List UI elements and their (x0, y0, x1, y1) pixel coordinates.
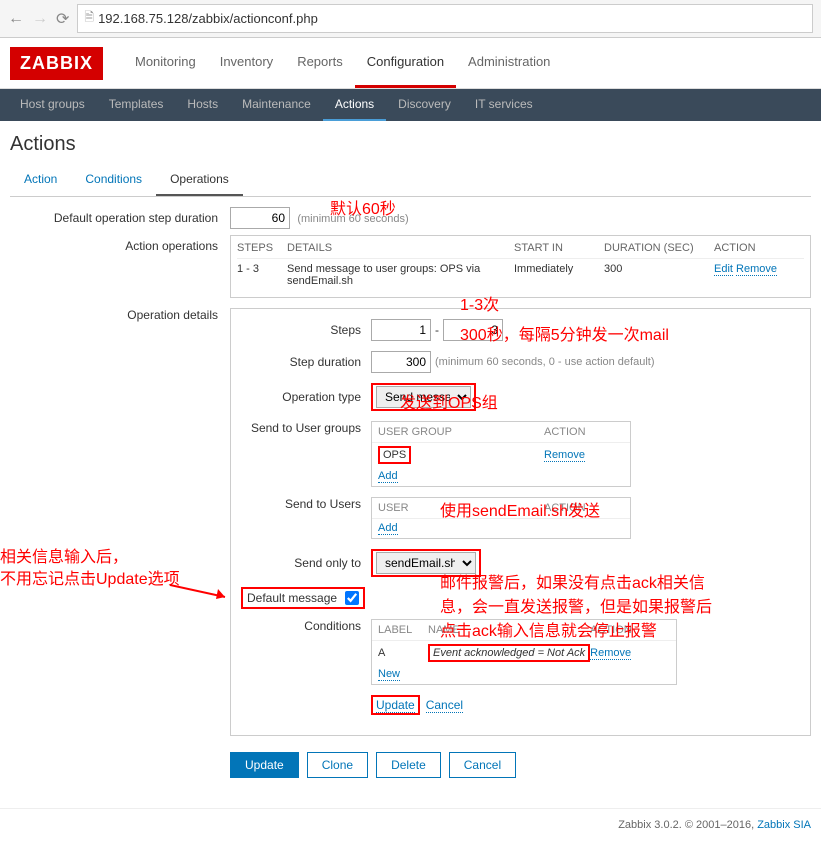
arrow-icon (170, 577, 240, 607)
col-action-header: ACTION (714, 242, 804, 254)
sub-nav: Host groups Templates Hosts Maintenance … (0, 89, 821, 121)
annotation-5: 使用sendEmail.sh发送 (440, 497, 600, 521)
label-conditions: Conditions (241, 619, 371, 633)
input-step-duration[interactable] (371, 351, 431, 373)
ops-row: 1 - 3 Send message to user groups: OPS v… (237, 259, 804, 291)
annotation-6: 相关信息输入后， 不用忘记点击Update选项 (0, 547, 180, 592)
subnav-templates[interactable]: Templates (97, 89, 176, 121)
usergroup-header: USER GROUP (378, 426, 544, 438)
hint-step-duration: (minimum 60 seconds, 0 - use action defa… (435, 356, 655, 368)
label-action-operations: Action operations (10, 235, 230, 253)
usergroup-value: OPS (378, 446, 411, 464)
label-default-message: Default message (247, 591, 345, 605)
operation-details-box: Steps - Step duration (minimum 60 second… (230, 308, 811, 736)
action-operations-table: STEPS DETAILS START IN DURATION (SEC) AC… (230, 235, 811, 298)
file-icon: 🗎 (84, 8, 94, 29)
ops-start: Immediately (514, 263, 604, 287)
nav-configuration[interactable]: Configuration (355, 38, 456, 88)
nav-inventory[interactable]: Inventory (208, 38, 285, 88)
subnav-actions[interactable]: Actions (323, 89, 386, 121)
nav-monitoring[interactable]: Monitoring (123, 38, 208, 88)
col-duration-header: DURATION (SEC) (604, 242, 714, 254)
subnav-hosts[interactable]: Hosts (175, 89, 230, 121)
annotation-7: 邮件报警后，如果没有点击ack相关信 息，会一直发送报警，但是如果报警后 点击a… (440, 572, 712, 644)
ops-details: Send message to user groups: OPS via sen… (287, 263, 514, 287)
annotation-4: 发送到OPS组 (400, 389, 498, 413)
label-step-duration: Step duration (241, 355, 371, 369)
label-steps: Steps (241, 323, 371, 337)
form-area: Default operation step duration (minimum… (0, 197, 821, 788)
back-icon[interactable]: ← (8, 10, 24, 28)
col-steps-header: STEPS (237, 242, 287, 254)
cond-label-header: LABEL (378, 624, 428, 636)
cond-label: A (378, 647, 428, 659)
subnav-discovery[interactable]: Discovery (386, 89, 463, 121)
label-operation-type: Operation type (241, 390, 371, 404)
ops-edit-link[interactable]: Edit (714, 263, 733, 276)
annotation-1: 默认60秒 (330, 195, 396, 219)
tab-action[interactable]: Action (10, 164, 71, 196)
annotation-2: 1-3次 (460, 291, 499, 315)
main-nav: ZABBIX Monitoring Inventory Reports Conf… (0, 38, 821, 89)
cond-remove-link[interactable]: Remove (590, 647, 631, 660)
nav-administration[interactable]: Administration (456, 38, 562, 88)
ops-duration: 300 (604, 263, 714, 287)
subnav-itservices[interactable]: IT services (463, 89, 545, 121)
subnav-hostgroups[interactable]: Host groups (8, 89, 97, 121)
label-default-step-duration: Default operation step duration (10, 207, 230, 225)
main-nav-items: Monitoring Inventory Reports Configurati… (123, 38, 562, 88)
footer: Zabbix 3.0.2. © 2001–2016, Zabbix SIA (0, 808, 821, 841)
col-details-header: DETAILS (287, 242, 514, 254)
reload-icon[interactable]: ⟳ (56, 9, 69, 29)
ops-remove-link[interactable]: Remove (736, 263, 777, 276)
url-bar[interactable]: 🗎 192.168.75.128/zabbix/actionconf.php (77, 4, 813, 33)
tab-operations[interactable]: Operations (156, 164, 243, 196)
url-text: 192.168.75.128/zabbix/actionconf.php (98, 11, 318, 26)
select-send-only-to[interactable]: sendEmail.sh (376, 552, 476, 574)
tab-conditions[interactable]: Conditions (71, 164, 156, 196)
logo[interactable]: ZABBIX (10, 47, 103, 80)
usergroup-add-link[interactable]: Add (378, 470, 398, 483)
label-send-user-groups: Send to User groups (241, 421, 371, 435)
tabs: Action Conditions Operations (10, 164, 811, 197)
cond-name: Event acknowledged = Not Ack (428, 644, 590, 662)
user-add-link[interactable]: Add (378, 522, 398, 535)
annotation-3: 300秒，每隔5分钟发一次mail (460, 321, 669, 345)
subnav-maintenance[interactable]: Maintenance (230, 89, 323, 121)
footer-link[interactable]: Zabbix SIA (757, 819, 811, 831)
label-operation-details: Operation details (10, 304, 230, 322)
ops-steps: 1 - 3 (237, 263, 287, 287)
col-start-header: START IN (514, 242, 604, 254)
input-steps-from[interactable] (371, 319, 431, 341)
browser-toolbar: ← → ⟳ 🗎 192.168.75.128/zabbix/actionconf… (0, 0, 821, 38)
usergroup-remove-link[interactable]: Remove (544, 449, 585, 462)
nav-reports[interactable]: Reports (285, 38, 355, 88)
checkbox-default-message[interactable] (345, 591, 359, 605)
label-send-users: Send to Users (241, 497, 371, 511)
cond-new-link[interactable]: New (378, 668, 400, 681)
page-title: Actions (0, 121, 821, 164)
inner-cancel-link[interactable]: Cancel (426, 698, 463, 713)
input-default-step-duration[interactable] (230, 207, 290, 229)
inner-update-link[interactable]: Update (376, 698, 415, 713)
user-groups-table: USER GROUP ACTION OPS Remove Add (371, 421, 631, 487)
usergroup-action-header: ACTION (544, 426, 624, 438)
label-send-only-to: Send only to (241, 556, 371, 570)
forward-icon[interactable]: → (32, 10, 48, 28)
